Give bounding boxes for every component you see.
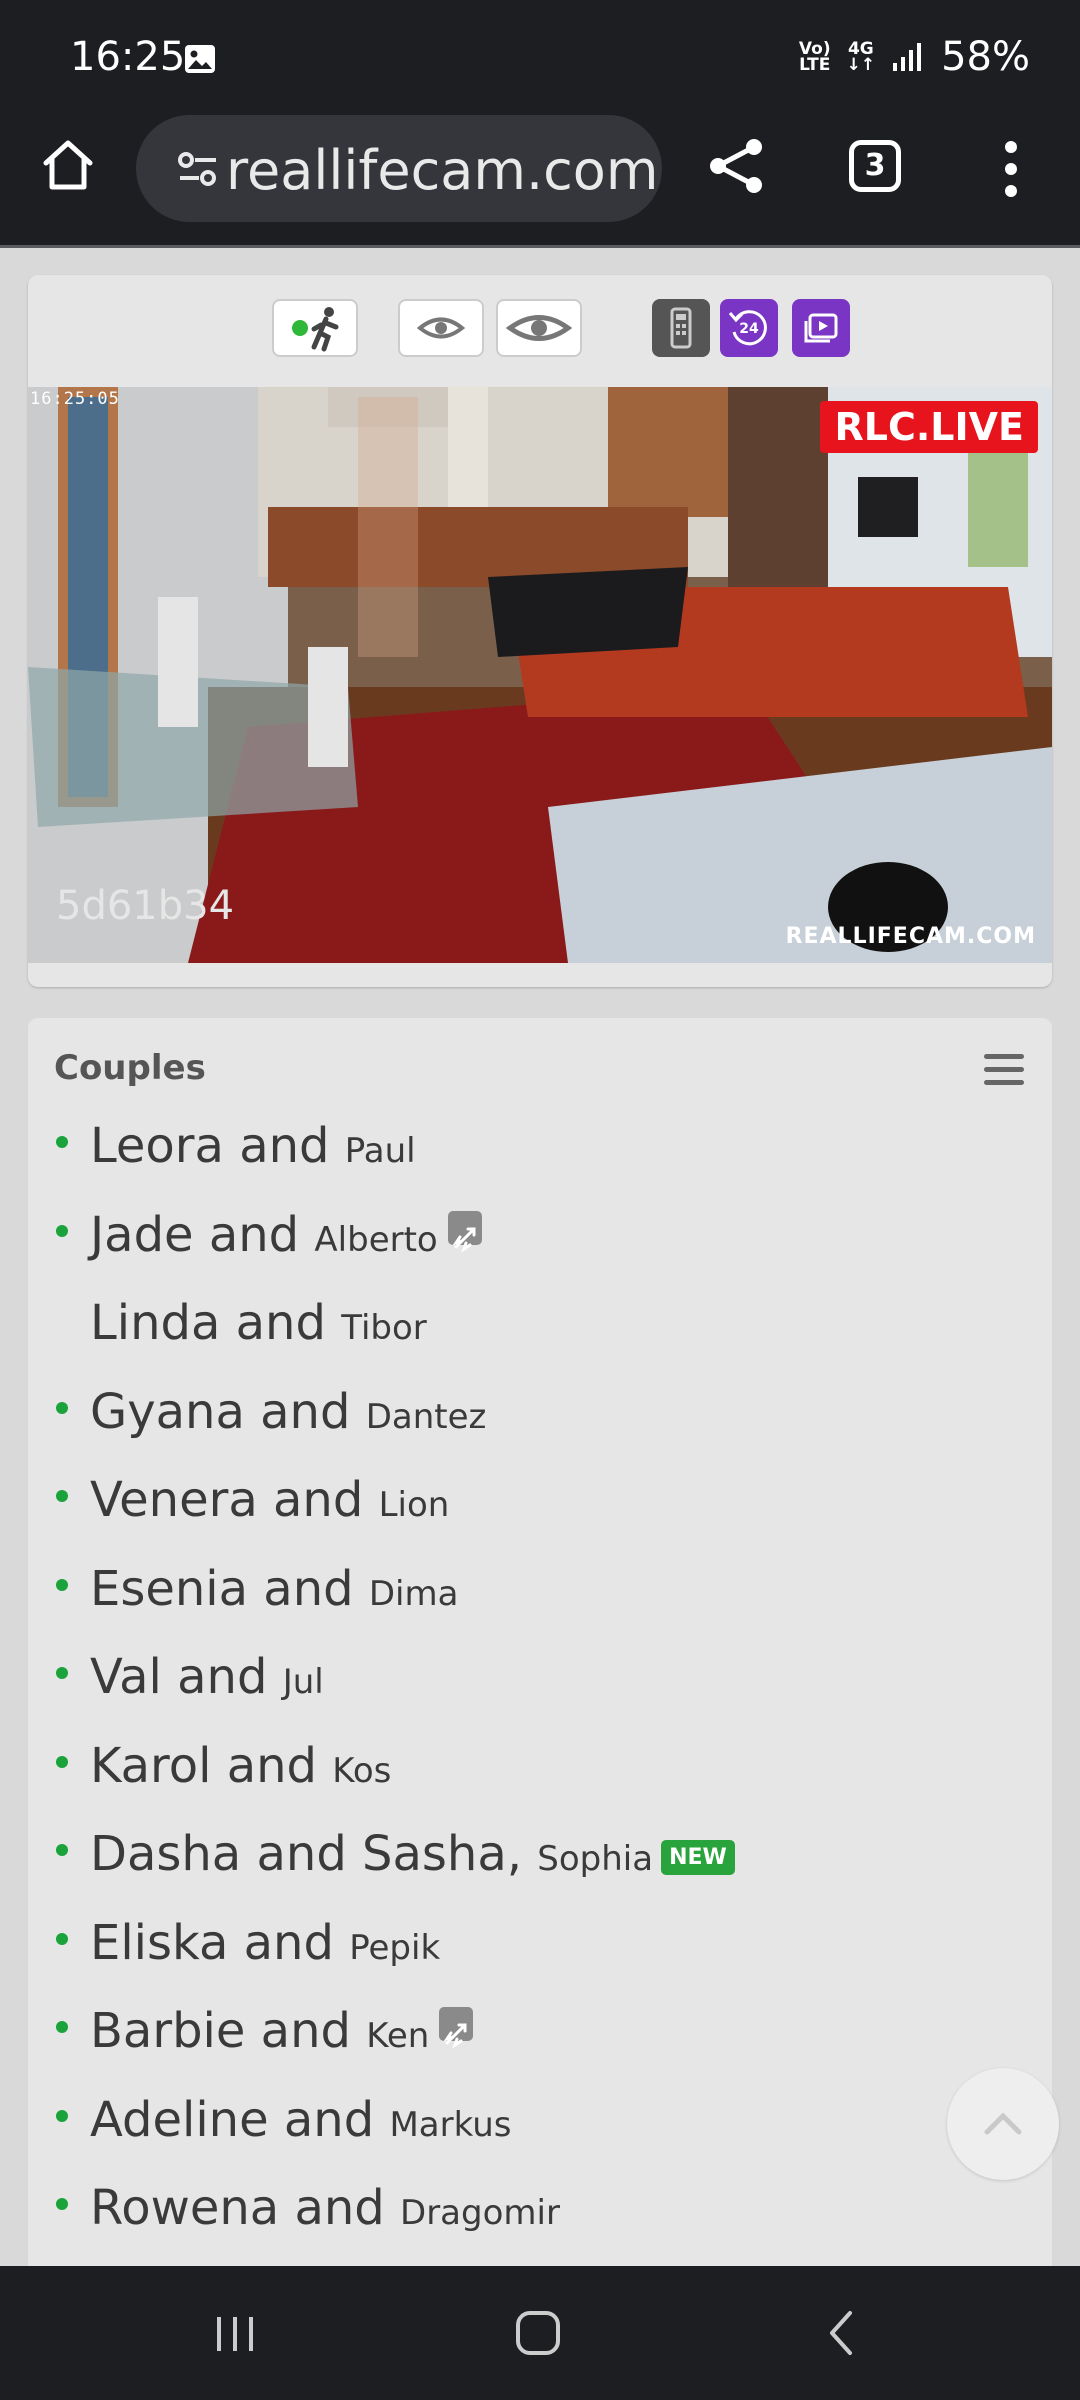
couple-names[interactable]: Karol and Kos	[90, 1738, 391, 1794]
camera-id: 5d61b34	[56, 883, 235, 929]
new-badge: NEW	[661, 1840, 735, 1875]
couple-main-name: Linda and	[90, 1295, 326, 1351]
couple-partner-name: Tibor	[341, 1308, 427, 1348]
video-scene	[28, 387, 1052, 963]
airplane-icon	[439, 2007, 474, 2049]
couple-main-name: Adeline and	[90, 2091, 375, 2148]
home-nav-icon[interactable]	[508, 2303, 568, 2363]
status-right: Vo) LTE 4G ↓↑ 58%	[799, 34, 1030, 80]
view-large-button[interactable]	[496, 299, 582, 357]
couple-partner-name: Jul	[282, 1662, 324, 1702]
running-person-icon	[292, 307, 339, 352]
signal-icon	[893, 43, 922, 71]
remote-icon	[670, 307, 692, 349]
couples-list-card: Couples Leora and Paul Jade and Alberto Li…	[28, 1018, 1052, 2400]
online-indicator	[56, 1932, 68, 1945]
couple-main-name: Eliska and	[90, 1914, 334, 1971]
back-icon[interactable]	[812, 2303, 872, 2363]
playlist-play-icon	[804, 313, 838, 343]
online-indicator	[56, 1844, 68, 1856]
chevron-up-icon	[984, 2112, 1022, 2135]
live-badge: RLC.LIVE	[820, 401, 1038, 453]
status-bar: 16:25 Vo) LTE 4G ↓↑ 58%	[0, 0, 1080, 115]
couple-partner-name: Lion	[378, 1485, 450, 1525]
motion-status-button[interactable]	[272, 299, 358, 357]
couple-main-name: Esenia and	[90, 1560, 354, 1617]
couple-main-name: Leora and	[90, 1118, 330, 1174]
eye-large-icon	[505, 315, 573, 341]
battery-level: 58%	[941, 34, 1030, 80]
replay-24-icon: 24	[728, 310, 767, 346]
online-indicator	[56, 1401, 68, 1414]
couple-partner-name: Ken	[366, 2016, 430, 2056]
couple-partner-name: Dragomir	[400, 2193, 560, 2233]
couple-names[interactable]: Leora and Paul	[90, 1118, 416, 1174]
couple-partner-name: Paul	[344, 1131, 416, 1171]
couple-names[interactable]: Adeline and Markus	[90, 2092, 512, 2148]
online-indicator	[56, 1755, 68, 1768]
watermark: REALLIFECAM.COM	[785, 924, 1036, 949]
couple-partner-name: Dima	[368, 1573, 459, 1614]
network-type-indicator: 4G ↓↑	[846, 39, 876, 75]
couple-main-name: Val and	[90, 1649, 268, 1705]
more-menu-icon[interactable]	[994, 135, 1028, 199]
video-timestamp: 16:25:05	[30, 389, 120, 409]
player-card: 24 16:25:05 RLC.LIVE 5d61b34 REALLIFECAM…	[28, 275, 1052, 987]
couple-partner-name: Dantez	[365, 1396, 487, 1437]
online-indicator	[56, 1578, 68, 1591]
couple-names[interactable]: Linda and Tibor	[90, 1295, 427, 1351]
volte-indicator: Vo) LTE	[798, 39, 831, 75]
replay-24-button[interactable]: 24	[720, 299, 778, 357]
couple-partner-name: Pepik	[349, 1927, 441, 1968]
picture-in-picture-button[interactable]	[792, 299, 850, 357]
couple-partner-name: Sophia	[537, 1839, 654, 1879]
airplane-icon	[447, 1210, 482, 1253]
couple-names[interactable]: Val and Jul	[90, 1649, 324, 1705]
couple-names[interactable]: Eliska and Pepik	[90, 1915, 440, 1971]
address-bar[interactable]: reallifecam.com/	[136, 115, 662, 222]
couple-main-name: Gyana and	[90, 1383, 351, 1440]
online-indicator	[56, 2109, 68, 2122]
system-nav-bar	[0, 2266, 1080, 2400]
site-settings-icon[interactable]	[178, 150, 218, 188]
couple-names[interactable]: Esenia and Dima	[90, 1561, 458, 1617]
couple-names[interactable]: Dasha and Sasha, Sophia NEW	[90, 1826, 735, 1882]
live-video-frame[interactable]: 16:25:05 RLC.LIVE 5d61b34 REALLIFECAM.CO…	[28, 387, 1052, 963]
home-icon[interactable]	[38, 135, 98, 195]
couple-partner-name: Markus	[389, 2104, 512, 2145]
list-title: Couples	[54, 1048, 206, 1088]
eye-icon	[416, 317, 466, 339]
online-indicator	[56, 2021, 68, 2033]
tab-switcher-button[interactable]: 3	[849, 140, 901, 192]
status-time: 16:25	[70, 34, 186, 80]
couple-names[interactable]: Venera and Lion	[90, 1472, 449, 1528]
list-menu-icon[interactable]	[984, 1054, 1024, 1086]
couple-main-name: Venera and	[90, 1472, 364, 1528]
view-small-button[interactable]	[398, 299, 484, 357]
couple-main-name: Karol and	[90, 1737, 317, 1794]
couple-partner-name: Kos	[332, 1750, 392, 1791]
couple-names[interactable]: Gyana and Dantez	[90, 1384, 486, 1440]
image-notification-icon	[185, 45, 215, 73]
couple-main-name: Dasha and Sasha,	[90, 1826, 523, 1882]
online-indicator	[56, 1136, 68, 1148]
share-icon[interactable]	[706, 135, 768, 197]
couple-partner-name: Alberto	[314, 1219, 438, 1260]
couple-names[interactable]: Rowena and Dragomir	[90, 2180, 560, 2236]
couple-main-name: Rowena and	[90, 2180, 385, 2236]
online-indicator	[56, 1224, 68, 1237]
couple-main-name: Jade and	[90, 1206, 300, 1263]
couple-names[interactable]: Barbie and Ken	[90, 2003, 474, 2059]
couple-main-name: Barbie and	[90, 2003, 351, 2059]
url-text[interactable]: reallifecam.com/	[226, 139, 656, 202]
couple-names[interactable]: Jade and Alberto	[90, 1207, 482, 1263]
remote-button[interactable]	[652, 299, 710, 357]
online-indicator	[56, 1667, 68, 1679]
svg-text:24: 24	[739, 321, 759, 337]
online-indicator	[56, 1490, 68, 1502]
recent-apps-icon[interactable]	[205, 2303, 265, 2363]
online-indicator	[56, 2198, 68, 2210]
scroll-to-top-button[interactable]	[947, 2068, 1059, 2180]
browser-toolbar: reallifecam.com/ 3	[0, 115, 1080, 248]
